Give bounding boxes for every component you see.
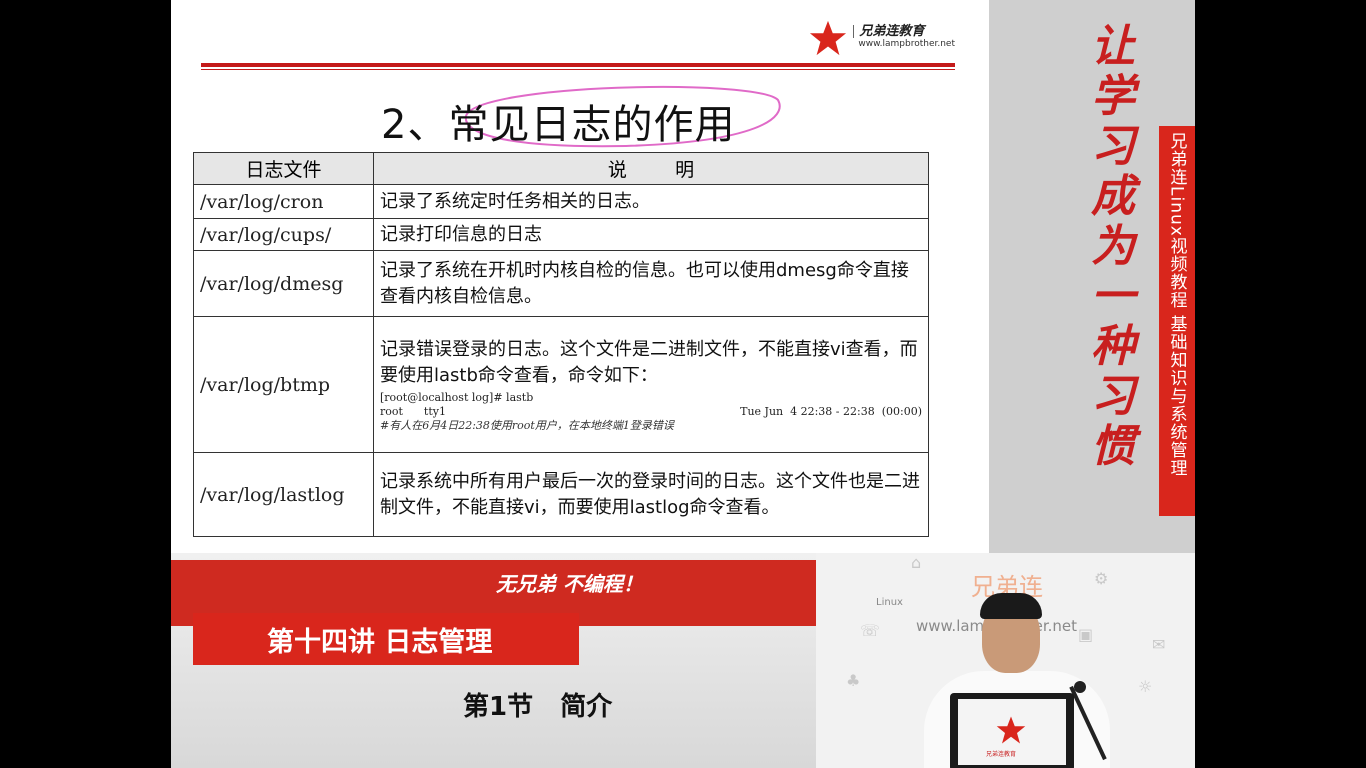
- watermark-icon: ⚙: [1094, 569, 1109, 588]
- log-desc-cell: 记录了系统定时任务相关的日志。: [373, 184, 929, 219]
- column-header-file: 日志文件: [193, 152, 374, 185]
- video-frame: 兄弟连教育 www.lampbrother.net 2、常见日志的作用 日志文件…: [171, 0, 1195, 768]
- console-line: [root@localhost log]# lastb: [380, 390, 534, 404]
- logo-url: www.lampbrother.net: [858, 39, 955, 49]
- table-row: /var/log/cron 记录了系统定时任务相关的日志。: [193, 184, 929, 219]
- log-desc-cell: 记录打印信息的日志: [373, 218, 929, 251]
- console-example: [root@localhost log]# lastb root tty1 Tu…: [380, 391, 922, 433]
- instructor-hair: [980, 593, 1042, 619]
- star-logo-icon: [996, 716, 1026, 744]
- star-logo-icon: [810, 20, 847, 56]
- slogan-char: 种: [1091, 321, 1135, 372]
- log-file-cell: /var/log/dmesg: [193, 250, 374, 317]
- log-desc-cell: 记录了系统在开机时内核自检的信息。也可以使用dmesg命令直接查看内核自检信息。: [373, 250, 929, 317]
- slide-title: 2、常见日志的作用: [381, 102, 736, 148]
- slogan-char: 习: [1091, 371, 1135, 422]
- table-row: /var/log/lastlog 记录系统中所有用户最后一次的登录时间的日志。这…: [193, 452, 929, 537]
- table-row: /var/log/btmp 记录错误登录的日志。这个文件是二进制文件，不能直接v…: [193, 316, 929, 453]
- title-rule: [201, 63, 955, 67]
- slogan-char: 习: [1091, 121, 1135, 172]
- watermark-icon: ☼: [1138, 677, 1153, 696]
- slogan-char: 为: [1091, 221, 1135, 272]
- video-linux-watermark: Linux: [876, 597, 903, 608]
- watermark-icon: ⌂: [911, 553, 922, 572]
- motto-text: 无兄弟 不编程！: [496, 572, 643, 596]
- slogan-char: 成: [1091, 171, 1135, 222]
- table-header-row: 日志文件 说 明: [193, 152, 929, 185]
- console-note: #有人在6月4日22:38使用root用户，在本地终端1登录错误: [380, 418, 674, 432]
- title-rule-thin: [201, 69, 955, 70]
- watermark-icon: ♣: [846, 671, 861, 690]
- log-desc-text: 记录错误登录的日志。这个文件是二进制文件，不能直接vi查看，而要使用lastb命…: [380, 338, 918, 386]
- slide-logo: 兄弟连教育 www.lampbrother.net: [809, 18, 955, 58]
- watermark-icon: ✉: [1152, 635, 1166, 654]
- laptop-logo-text: 兄弟连教育: [986, 751, 1017, 758]
- log-file-cell: /var/log/cups/: [193, 218, 374, 251]
- table-row: /var/log/cups/ 记录打印信息的日志: [193, 218, 929, 251]
- log-desc-cell: 记录系统中所有用户最后一次的登录时间的日志。这个文件也是二进制文件，不能直接vi…: [373, 452, 929, 537]
- microphone-icon: [1074, 681, 1086, 693]
- slogan-char: 一: [1091, 271, 1135, 322]
- watermark-icon: ▣: [1078, 625, 1094, 644]
- logo-text: 兄弟连教育: [853, 25, 955, 38]
- log-files-table: 日志文件 说 明 /var/log/cron 记录了系统定时任务相关的日志。 /…: [193, 152, 929, 537]
- log-file-cell: /var/log/lastlog: [193, 452, 374, 537]
- slogan-char: 惯: [1091, 421, 1135, 472]
- lecture-title: 第十四讲 日志管理: [193, 613, 579, 665]
- watermark-icon: ☏: [860, 621, 881, 640]
- instructor-video: 兄弟连 Linux www.lampbrother.net ⌂ ⚙ ☏ ▣ ✉ …: [816, 553, 1195, 768]
- column-header-desc: 说 明: [373, 152, 929, 185]
- console-line: root tty1: [380, 404, 446, 418]
- section-title: 第1节 简介: [463, 692, 613, 722]
- course-side-banner: 兄弟连Linux视频教程 基础知识与系统管理: [1159, 126, 1195, 516]
- console-line: Tue Jun 4 22:38 - 22:38 (00:00): [740, 404, 922, 418]
- table-row: /var/log/dmesg 记录了系统在开机时内核自检的信息。也可以使用dme…: [193, 250, 929, 317]
- slogan-char: 学: [1091, 71, 1135, 122]
- vertical-slogan: 让 学 习 成 为 一 种 习 惯: [1083, 22, 1143, 472]
- log-file-cell: /var/log/cron: [193, 184, 374, 219]
- slide: 兄弟连教育 www.lampbrother.net 2、常见日志的作用 日志文件…: [171, 0, 989, 553]
- slogan-char: 让: [1091, 21, 1135, 72]
- log-file-cell: /var/log/btmp: [193, 316, 374, 453]
- log-desc-cell: 记录错误登录的日志。这个文件是二进制文件，不能直接vi查看，而要使用lastb命…: [373, 316, 929, 453]
